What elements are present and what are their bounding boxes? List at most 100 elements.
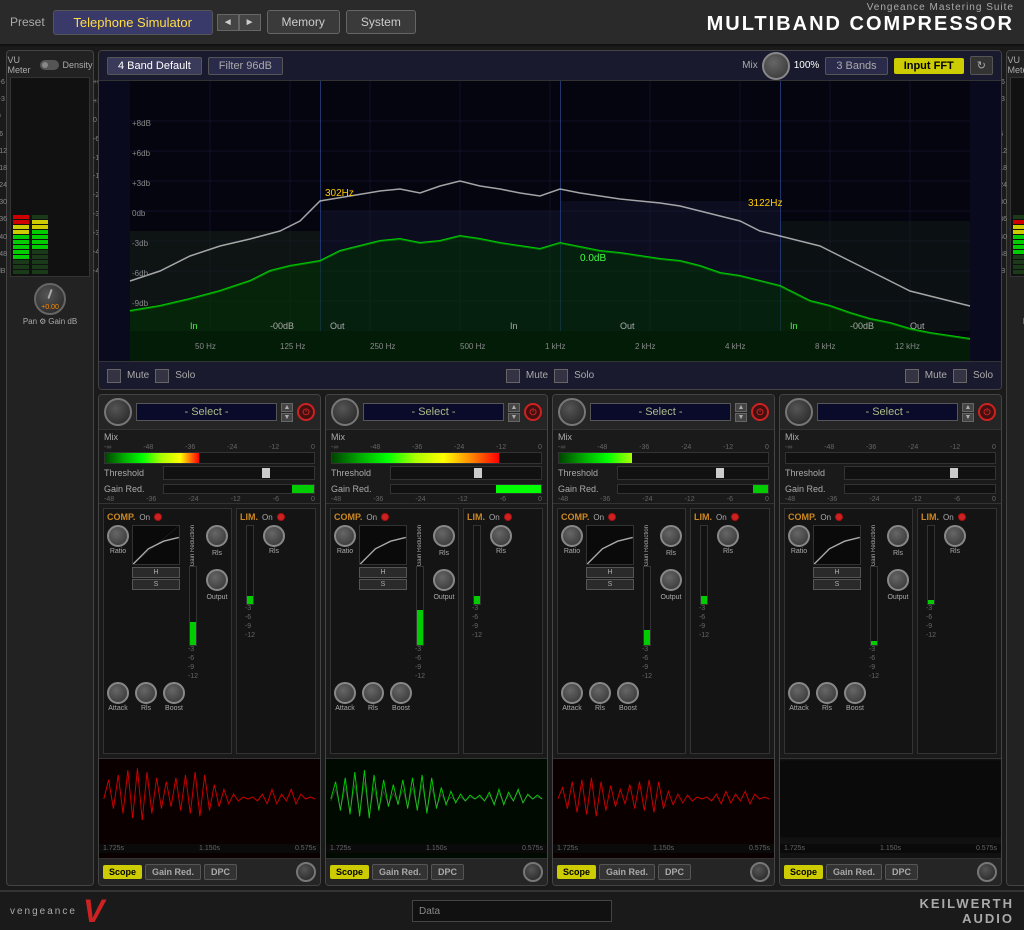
solo-2-checkbox[interactable] — [554, 369, 568, 383]
band-4-boost-knob[interactable] — [844, 682, 866, 704]
band-2-output-knob[interactable] — [433, 569, 455, 591]
band-1-s-btn[interactable]: S — [132, 579, 180, 590]
band-1-rls2-knob[interactable] — [135, 682, 157, 704]
band-1-lim-rls-knob[interactable] — [263, 525, 285, 547]
solo-1-checkbox[interactable] — [155, 369, 169, 383]
band-4-attack-knob[interactable] — [788, 682, 810, 704]
mix-knob[interactable] — [762, 52, 790, 80]
mute-3-checkbox[interactable] — [905, 369, 919, 383]
band-3-power[interactable]: ⏻ — [751, 403, 769, 421]
band-2-attack-knob[interactable] — [334, 682, 356, 704]
band-4-output-knob[interactable] — [887, 569, 909, 591]
band-2-nav-up[interactable]: ▲ — [508, 403, 520, 412]
band-2-h-btn[interactable]: H — [359, 567, 407, 578]
band-3-scope-btn[interactable]: Scope — [557, 865, 596, 879]
band-1-scope-btn[interactable]: Scope — [103, 865, 142, 879]
preset-prev-btn[interactable]: ◄ — [217, 14, 239, 31]
band-3-nav-up[interactable]: ▲ — [735, 403, 747, 412]
band-4-threshold-thumb[interactable] — [950, 468, 958, 478]
band-2-power[interactable]: ⏻ — [524, 403, 542, 421]
band-3-s-btn[interactable]: S — [586, 579, 634, 590]
system-button[interactable]: System — [346, 10, 416, 34]
mute-1-checkbox[interactable] — [107, 369, 121, 383]
lim-2-led[interactable] — [504, 513, 512, 521]
band-4-knob[interactable] — [785, 398, 813, 426]
band-3-rls2-knob[interactable] — [589, 682, 611, 704]
band-3-nav-down[interactable]: ▼ — [735, 413, 747, 422]
band-4-zoom-knob[interactable] — [977, 862, 997, 882]
input-fft-btn[interactable]: Input FFT — [894, 58, 964, 74]
band-3-knob[interactable] — [558, 398, 586, 426]
band-2-gain-red-btn[interactable]: Gain Red. — [372, 864, 428, 880]
band-3-boost-knob[interactable] — [617, 682, 639, 704]
band-4-nav-up[interactable]: ▲ — [962, 403, 974, 412]
band-2-dpc-btn[interactable]: DPC — [431, 864, 464, 880]
band-2-s-btn[interactable]: S — [359, 579, 407, 590]
band-4-nav-down[interactable]: ▼ — [962, 413, 974, 422]
band-1-knob[interactable] — [104, 398, 132, 426]
bands-btn[interactable]: 3 Bands — [825, 57, 887, 75]
band-2-zoom-knob[interactable] — [523, 862, 543, 882]
band-3-rls-knob[interactable] — [660, 525, 682, 547]
band-4-power[interactable]: ⏻ — [978, 403, 996, 421]
band-2-threshold-thumb[interactable] — [474, 468, 482, 478]
band-3-h-btn[interactable]: H — [586, 567, 634, 578]
band-4-h-btn[interactable]: H — [813, 567, 861, 578]
band-1-h-btn[interactable]: H — [132, 567, 180, 578]
comp-3-led[interactable] — [608, 513, 616, 521]
refresh-btn[interactable]: ↻ — [970, 56, 993, 75]
band-1-zoom-knob[interactable] — [296, 862, 316, 882]
band-1-nav-down[interactable]: ▼ — [281, 413, 293, 422]
band-1-rls-knob[interactable] — [206, 525, 228, 547]
band-3-ratio-knob[interactable] — [561, 525, 583, 547]
preset-name-display[interactable]: Telephone Simulator — [53, 10, 213, 35]
band-2-rls-knob[interactable] — [433, 525, 455, 547]
band-3-gain-red-btn[interactable]: Gain Red. — [599, 864, 655, 880]
solo-3-checkbox[interactable] — [953, 369, 967, 383]
comp-1-led[interactable] — [154, 513, 162, 521]
band-1-attack-knob[interactable] — [107, 682, 129, 704]
vu-left-main-knob[interactable]: +0.00 — [34, 283, 66, 315]
band-4-scope-btn[interactable]: Scope — [784, 865, 823, 879]
band-1-nav-up[interactable]: ▲ — [281, 403, 293, 412]
band-2-lim-rls-knob[interactable] — [490, 525, 512, 547]
band-2-ratio-knob[interactable] — [334, 525, 356, 547]
memory-button[interactable]: Memory — [267, 10, 340, 34]
preset-next-btn[interactable]: ► — [239, 14, 261, 31]
band-3-select[interactable]: - Select - — [590, 403, 731, 421]
band-3-lim-rls-knob[interactable] — [717, 525, 739, 547]
band-1-power[interactable]: ⏻ — [297, 403, 315, 421]
band-2-rls2-knob[interactable] — [362, 682, 384, 704]
band-2-knob[interactable] — [331, 398, 359, 426]
band-4-dpc-btn[interactable]: DPC — [885, 864, 918, 880]
comp-2-led[interactable] — [381, 513, 389, 521]
band-4-ratio-knob[interactable] — [788, 525, 810, 547]
band-4-threshold-slider[interactable] — [844, 466, 996, 480]
band-1-boost-knob[interactable] — [163, 682, 185, 704]
band-2-threshold-slider[interactable] — [390, 466, 542, 480]
mute-2-checkbox[interactable] — [506, 369, 520, 383]
band-1-threshold-slider[interactable] — [163, 466, 315, 480]
band-4-select[interactable]: - Select - — [817, 403, 958, 421]
band-3-threshold-slider[interactable] — [617, 466, 769, 480]
band-3-output-knob[interactable] — [660, 569, 682, 591]
band-1-ratio-knob[interactable] — [107, 525, 129, 547]
band-3-dpc-btn[interactable]: DPC — [658, 864, 691, 880]
band-4-rls-knob[interactable] — [887, 525, 909, 547]
band-default-btn[interactable]: 4 Band Default — [107, 57, 202, 75]
band-4-s-btn[interactable]: S — [813, 579, 861, 590]
band-4-gain-red-btn[interactable]: Gain Red. — [826, 864, 882, 880]
band-3-zoom-knob[interactable] — [750, 862, 770, 882]
band-2-boost-knob[interactable] — [390, 682, 412, 704]
lim-4-led[interactable] — [958, 513, 966, 521]
band-3-threshold-thumb[interactable] — [716, 468, 724, 478]
comp-4-led[interactable] — [835, 513, 843, 521]
band-4-lim-rls-knob[interactable] — [944, 525, 966, 547]
lim-1-led[interactable] — [277, 513, 285, 521]
band-1-select[interactable]: - Select - — [136, 403, 277, 421]
band-2-scope-btn[interactable]: Scope — [330, 865, 369, 879]
band-1-threshold-thumb[interactable] — [262, 468, 270, 478]
band-1-dpc-btn[interactable]: DPC — [204, 864, 237, 880]
filter-btn[interactable]: Filter 96dB — [208, 57, 283, 75]
lim-3-led[interactable] — [731, 513, 739, 521]
